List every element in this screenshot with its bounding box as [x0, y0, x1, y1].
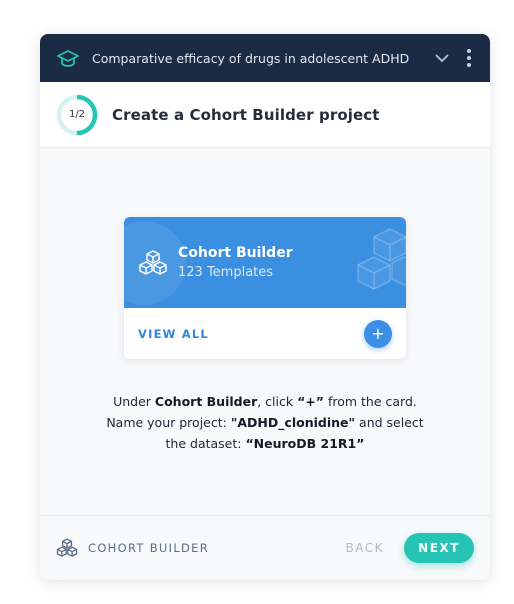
step-progress-ring: 1/2: [56, 94, 98, 136]
cohort-builder-card[interactable]: Cohort Builder 123 Templates VIEW ALL +: [124, 217, 406, 359]
footer-section-label: COHORT BUILDER: [88, 541, 210, 555]
step-body: Cohort Builder 123 Templates VIEW ALL + …: [40, 148, 490, 515]
chevron-down-icon[interactable]: [432, 48, 452, 68]
card-header: Cohort Builder 123 Templates: [124, 217, 406, 308]
card-title: Cohort Builder: [178, 245, 293, 261]
add-project-button[interactable]: +: [364, 319, 392, 348]
card-subtitle: 123 Templates: [178, 265, 274, 280]
graduation-cap-icon: [56, 46, 80, 70]
cubes-watermark-icon: [352, 227, 406, 303]
guide-panel: Comparative efficacy of drugs in adolesc…: [40, 34, 490, 580]
cubes-icon: [138, 248, 168, 278]
guide-footer: COHORT BUILDER BACK NEXT: [40, 515, 490, 580]
step-header: 1/2 Create a Cohort Builder project: [40, 82, 490, 148]
cubes-icon: [56, 537, 78, 559]
step-title: Create a Cohort Builder project: [112, 105, 380, 124]
step-instructions: Under Cohort Builder, click “+” from the…: [40, 391, 490, 454]
card-footer: VIEW ALL +: [124, 308, 406, 359]
next-button[interactable]: NEXT: [404, 533, 474, 563]
guide-title: Comparative efficacy of drugs in adolesc…: [92, 50, 410, 66]
step-progress-label: 1/2: [68, 109, 86, 120]
instruction-line-3: the dataset: “NeuroDB 21R1”: [165, 436, 365, 451]
more-options-icon[interactable]: [462, 48, 476, 68]
back-button[interactable]: BACK: [346, 541, 384, 555]
view-all-link[interactable]: VIEW ALL: [138, 327, 209, 341]
guide-header: Comparative efficacy of drugs in adolesc…: [40, 34, 490, 82]
instruction-line-2: Name your project: "ADHD_clonidine" and …: [106, 415, 424, 430]
instruction-line-1: Under Cohort Builder, click “+” from the…: [113, 394, 417, 409]
